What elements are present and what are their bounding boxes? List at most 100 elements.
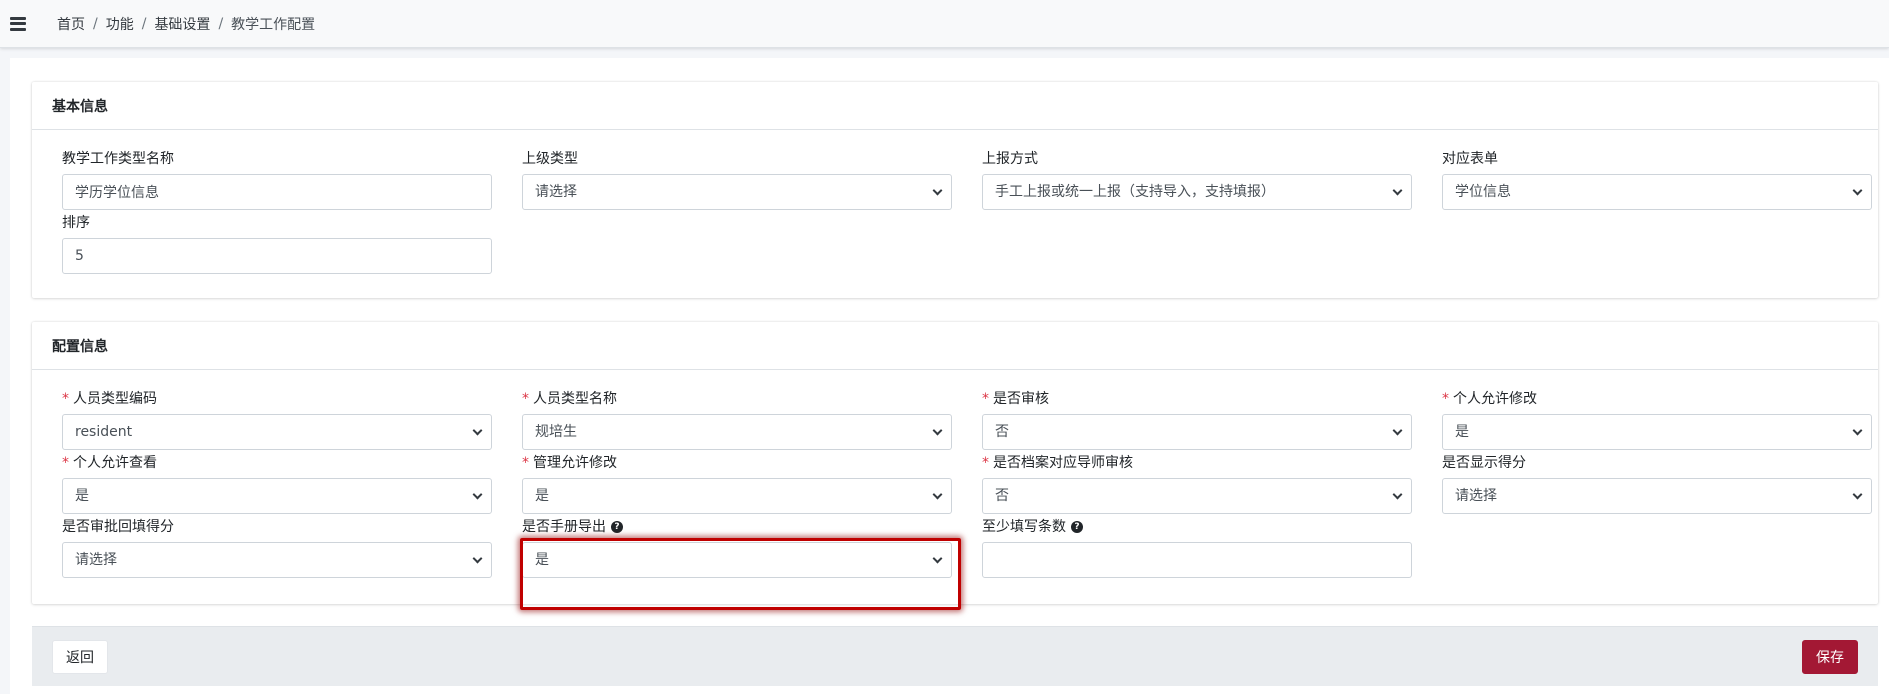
basic-info-card: 基本信息 教学工作类型名称 上级类型 请选择 上报方式 手工上报或统一上报（支持… — [32, 82, 1878, 298]
save-button[interactable]: 保存 — [1802, 639, 1858, 674]
field-label: 是否手册导出? — [522, 517, 952, 537]
field-personal-view: * 个人允许查看 是 — [62, 453, 492, 514]
mentor-review-select[interactable]: 否 — [982, 478, 1412, 514]
field-label: 是否审批回填得分 — [62, 519, 174, 535]
chevron-down-icon — [1852, 489, 1863, 500]
required-mark: * — [982, 455, 989, 471]
chevron-down-icon — [932, 185, 943, 196]
field-label: * 管理允许修改 — [522, 453, 952, 473]
select-value: 学位信息 — [1455, 184, 1511, 200]
select-value: 是 — [75, 488, 89, 504]
select-value: 规培生 — [535, 424, 577, 440]
personal-edit-select[interactable]: 是 — [1442, 414, 1872, 450]
field-form: 对应表单 学位信息 — [1442, 149, 1872, 210]
field-label-text: 个人允许修改 — [1453, 391, 1537, 407]
chevron-down-icon — [1392, 185, 1403, 196]
chevron-down-icon — [932, 489, 943, 500]
question-circle-icon[interactable]: ? — [1071, 521, 1083, 533]
breadcrumb-separator: / — [93, 15, 98, 32]
select-value: 是 — [535, 488, 549, 504]
field-parent-type: 上级类型 请选择 — [522, 149, 952, 210]
field-label: * 个人允许查看 — [62, 453, 492, 473]
main-content: 基本信息 教学工作类型名称 上级类型 请选择 上报方式 手工上报或统一上报（支持… — [10, 58, 1889, 694]
chevron-down-icon — [932, 425, 943, 436]
field-label-text: 是否审核 — [993, 391, 1049, 407]
field-label: * 是否档案对应导师审核 — [982, 453, 1412, 473]
field-label: 对应表单 — [1442, 151, 1498, 167]
required-mark: * — [522, 391, 529, 407]
parent-type-select[interactable]: 请选择 — [522, 174, 952, 210]
select-value: 请选择 — [1455, 488, 1497, 504]
admin-edit-select[interactable]: 是 — [522, 478, 952, 514]
personal-view-select[interactable]: 是 — [62, 478, 492, 514]
field-min-entries: 至少填写条数? — [982, 517, 1412, 578]
select-value: resident — [75, 424, 133, 440]
field-need-review: * 是否审核 否 — [982, 389, 1412, 450]
breadcrumb: 首页 / 功能 / 基础设置 / 教学工作配置 — [57, 14, 315, 34]
required-mark: * — [62, 391, 69, 407]
question-circle-icon[interactable]: ? — [611, 521, 623, 533]
show-score-select[interactable]: 请选择 — [1442, 478, 1872, 514]
breadcrumb-home[interactable]: 首页 — [57, 14, 85, 34]
person-type-name-select[interactable]: 规培生 — [522, 414, 952, 450]
top-navbar: 首页 / 功能 / 基础设置 / 教学工作配置 — [0, 0, 1889, 48]
breadcrumb-separator: / — [218, 15, 224, 32]
field-label: * 人员类型编码 — [62, 389, 492, 409]
chevron-down-icon — [1852, 185, 1863, 196]
field-label-text: 个人允许查看 — [73, 455, 157, 471]
field-show-score: 是否显示得分 请选择 — [1442, 453, 1872, 514]
chevron-down-icon — [472, 425, 483, 436]
breadcrumb-basic-settings[interactable]: 基础设置 — [154, 14, 210, 34]
field-label-text: 至少填写条数 — [982, 519, 1066, 535]
field-label: * 人员类型名称 — [522, 389, 952, 409]
chevron-down-icon — [472, 553, 483, 564]
menu-toggle-button[interactable] — [0, 0, 36, 48]
field-personal-edit: * 个人允许修改 是 — [1442, 389, 1872, 450]
basic-info-title: 基本信息 — [32, 82, 1878, 130]
config-info-title: 配置信息 — [32, 322, 1878, 370]
field-label: * 个人允许修改 — [1442, 389, 1872, 409]
required-mark: * — [522, 455, 529, 471]
min-entries-input[interactable] — [982, 542, 1412, 578]
select-value: 是 — [1455, 424, 1469, 440]
field-mentor-review: * 是否档案对应导师审核 否 — [982, 453, 1412, 514]
report-method-select[interactable]: 手工上报或统一上报（支持导入，支持填报） — [982, 174, 1412, 210]
highlight-box — [520, 538, 961, 610]
config-info-card: 配置信息 * 人员类型编码 resident * 人员类型名称 规培生 * 是否审核 — [32, 322, 1878, 610]
back-button[interactable]: 返回 — [52, 639, 108, 674]
field-person-type-name: * 人员类型名称 规培生 — [522, 389, 952, 450]
field-label-text: 人员类型编码 — [73, 391, 157, 407]
field-teaching-type-name: 教学工作类型名称 — [62, 149, 492, 210]
field-label-text: 是否档案对应导师审核 — [993, 455, 1133, 471]
select-value: 请选择 — [535, 184, 577, 200]
select-value: 否 — [995, 488, 1009, 504]
breadcrumb-function[interactable]: 功能 — [106, 14, 134, 34]
field-label-text: 管理允许修改 — [533, 455, 617, 471]
select-value: 请选择 — [75, 552, 117, 568]
chevron-down-icon — [1392, 489, 1403, 500]
field-report-method: 上报方式 手工上报或统一上报（支持导入，支持填报） — [982, 149, 1412, 210]
field-label: 至少填写条数? — [982, 517, 1412, 537]
field-person-type-code: * 人员类型编码 resident — [62, 389, 492, 450]
field-label: 上报方式 — [982, 151, 1038, 167]
need-review-select[interactable]: 否 — [982, 414, 1412, 450]
field-label: 教学工作类型名称 — [62, 151, 174, 167]
field-label: 是否显示得分 — [1442, 455, 1526, 471]
breadcrumb-separator: / — [141, 15, 147, 32]
teaching-type-name-input[interactable] — [62, 174, 492, 210]
field-admin-edit: * 管理允许修改 是 — [522, 453, 952, 514]
hamburger-icon — [10, 16, 26, 31]
field-label: 排序 — [62, 215, 90, 231]
sort-order-input[interactable] — [62, 238, 492, 274]
approval-backfill-score-select[interactable]: 请选择 — [62, 542, 492, 578]
form-actions-bar: 返回 保存 — [32, 626, 1878, 686]
required-mark: * — [62, 455, 69, 471]
form-select[interactable]: 学位信息 — [1442, 174, 1872, 210]
chevron-down-icon — [1852, 425, 1863, 436]
field-label-text: 人员类型名称 — [533, 391, 617, 407]
field-sort-order: 排序 — [62, 213, 492, 274]
select-value: 否 — [995, 424, 1009, 440]
field-label: 上级类型 — [522, 151, 578, 167]
person-type-code-select[interactable]: resident — [62, 414, 492, 450]
chevron-down-icon — [472, 489, 483, 500]
